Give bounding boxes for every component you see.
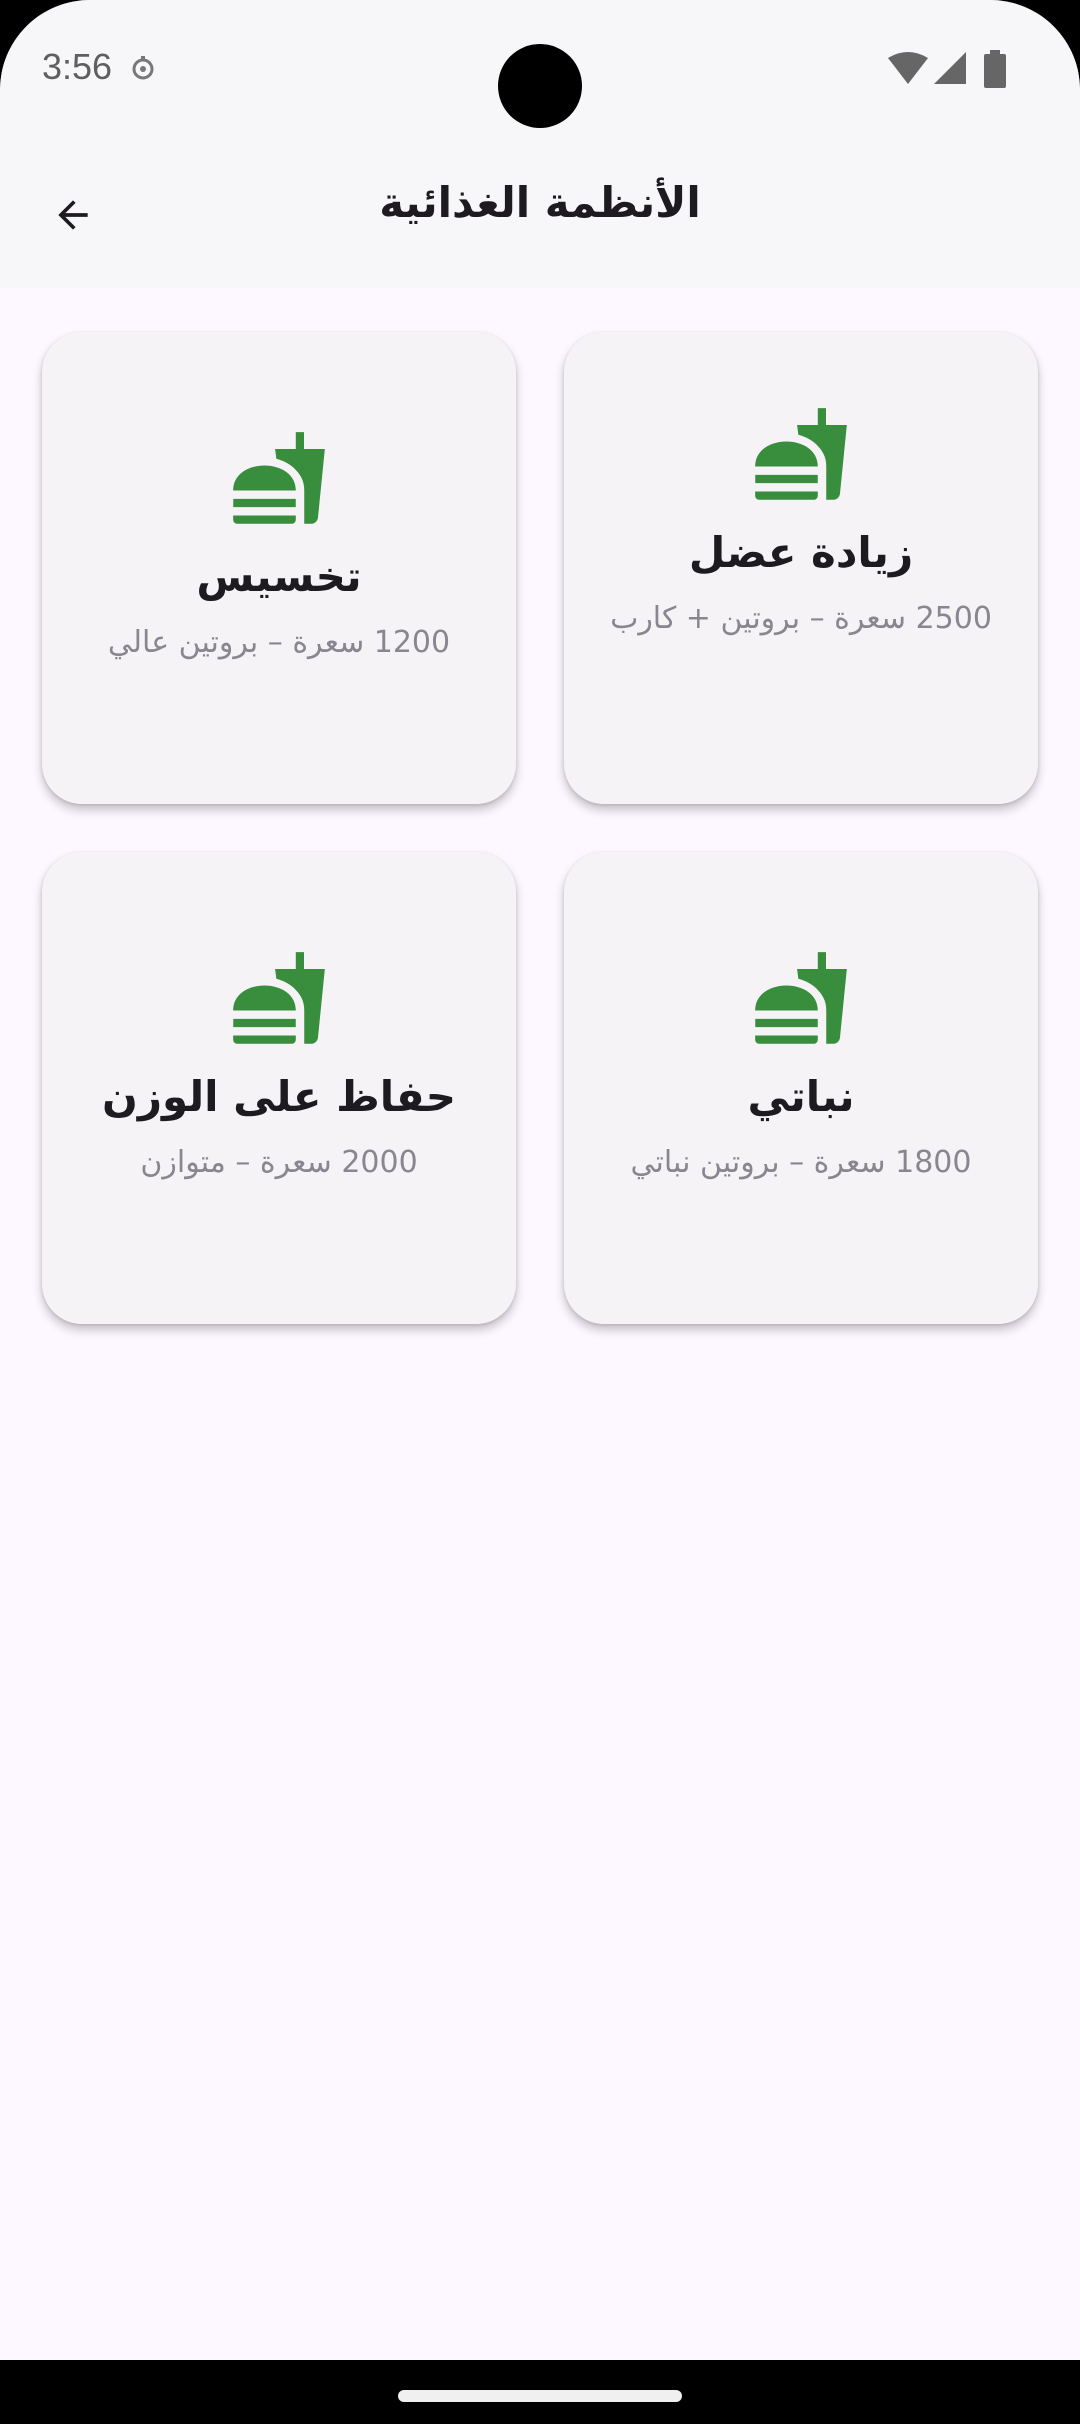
plan-card-weight-maintenance[interactable]: حفاظ على الوزن 2000 سعرة – متوازن: [42, 852, 516, 1324]
battery-icon: [984, 50, 1006, 88]
fastfood-icon: [755, 408, 847, 500]
status-bar: 3:56: [0, 0, 1080, 140]
status-time: 3:56: [42, 46, 113, 87]
plan-card-vegetarian[interactable]: نباتي 1800 سعرة – بروتين نباتي: [564, 852, 1038, 1324]
plan-title: حفاظ على الوزن: [102, 1072, 456, 1121]
fastfood-icon: [233, 952, 325, 1044]
plan-title: تخسيس: [196, 552, 362, 601]
plan-description: 1800 سعرة – بروتين نباتي: [630, 1145, 972, 1180]
plan-title: زيادة عضل: [688, 528, 914, 577]
home-indicator[interactable]: [398, 2390, 682, 2402]
fastfood-icon: [233, 432, 325, 524]
plan-description: 2500 سعرة – بروتين + كارب: [610, 601, 992, 636]
camera-cutout: [498, 44, 582, 128]
plan-title: نباتي: [747, 1072, 855, 1121]
arrow-back-icon: [58, 200, 88, 230]
plan-card-weight-loss[interactable]: تخسيس 1200 سعرة – بروتين عالي: [42, 332, 516, 804]
plan-description: 2000 سعرة – متوازن: [140, 1145, 418, 1180]
page-title: الأنظمة الغذائية: [379, 178, 701, 227]
notification-icon: [132, 56, 154, 80]
plan-card-muscle-gain[interactable]: زيادة عضل 2500 سعرة – بروتين + كارب: [564, 332, 1038, 804]
fastfood-icon: [755, 952, 847, 1044]
diet-plans-grid: زيادة عضل 2500 سعرة – بروتين + كارب تخسي…: [42, 332, 1038, 1324]
back-button[interactable]: [40, 182, 106, 248]
signal-icon: [934, 52, 966, 84]
app-screen: 3:56 الأنظمة الغذائية زيادة عضل 2500 سعر…: [0, 0, 1080, 2360]
plan-description: 1200 سعرة – بروتين عالي: [107, 625, 451, 660]
wifi-icon: [888, 52, 928, 84]
app-bar: الأنظمة الغذائية: [0, 140, 1080, 288]
